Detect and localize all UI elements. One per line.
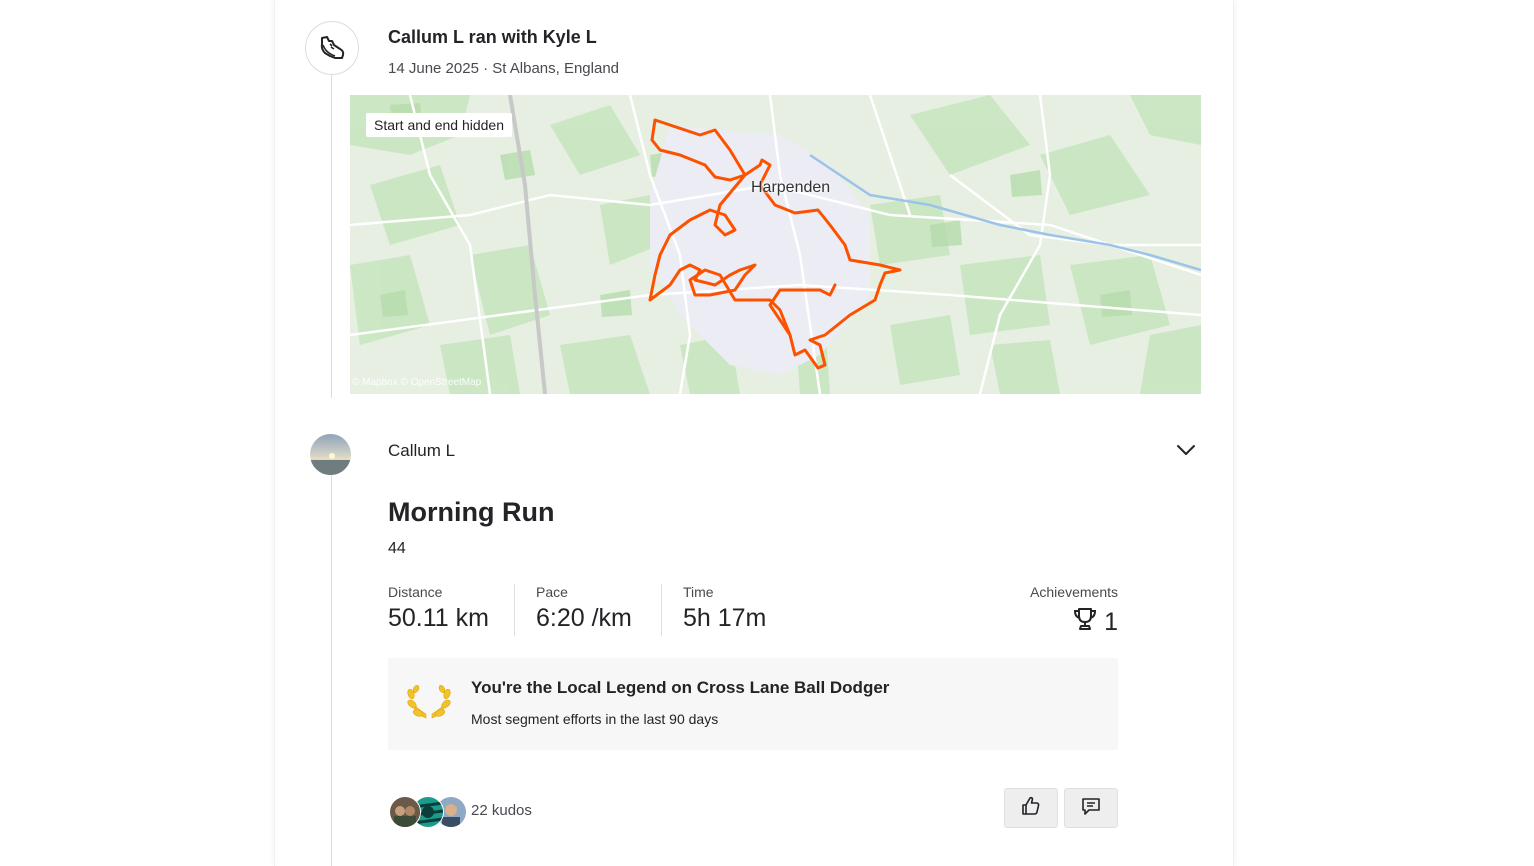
give-kudos-button[interactable] [1004,788,1058,828]
privacy-badge: Start and end hidden [366,113,512,137]
stat-achievements: Achievements 1 [1000,584,1118,639]
group-activity-title[interactable]: Callum L ran with Kyle L [388,27,597,48]
local-legend-subtitle: Most segment efforts in the last 90 days [471,711,719,727]
chevron-down-icon[interactable] [1173,438,1199,462]
stat-label: Time [683,584,714,600]
stat-label: Distance [388,584,443,600]
laurel-wreath-icon [406,684,452,724]
map-attribution[interactable]: © Mapbox © OpenStreetMap [352,377,481,388]
timeline-line [331,73,332,398]
comment-icon [1080,795,1102,822]
stat-divider [514,584,515,636]
stat-value: 6:20 /km [536,604,632,632]
athlete-name[interactable]: Callum L [388,441,455,461]
kudos-count[interactable]: 22 kudos [471,802,532,819]
avatar [389,796,421,828]
stat-value: 50.11 km [388,604,489,632]
comment-button[interactable] [1064,788,1118,828]
timeline-line [331,475,332,866]
map-town-label: Harpenden [751,179,831,196]
stat-label: Pace [536,584,568,600]
local-legend-title: You're the Local Legend on Cross Lane Ba… [471,678,890,697]
activity-title[interactable]: Morning Run [388,497,554,528]
route-map[interactable] [350,95,1201,394]
stat-pace: Pace 6:20 /km [536,584,632,638]
stat-divider [661,584,662,636]
stat-value: 5h 17m [683,604,767,632]
achievement-count: 1 [1104,608,1118,636]
local-legend-callout[interactable]: You're the Local Legend on Cross Lane Ba… [388,658,1118,750]
running-shoe-icon[interactable] [305,21,359,75]
activity-description: 44 [388,540,406,557]
avatar[interactable] [310,434,351,475]
stat-distance: Distance 50.11 km [388,584,489,638]
thumbs-up-icon [1020,795,1042,822]
activity-date-location: 14 June 2025 · St Albans, England [388,60,620,77]
stat-time: Time 5h 17m [683,584,766,638]
stat-label: Achievements [1030,584,1118,600]
activity-feed-page: Callum L ran with Kyle L 14 June 2025 · … [0,0,1534,866]
kudos-avatars[interactable] [389,796,469,828]
trophy-icon [1072,606,1098,639]
